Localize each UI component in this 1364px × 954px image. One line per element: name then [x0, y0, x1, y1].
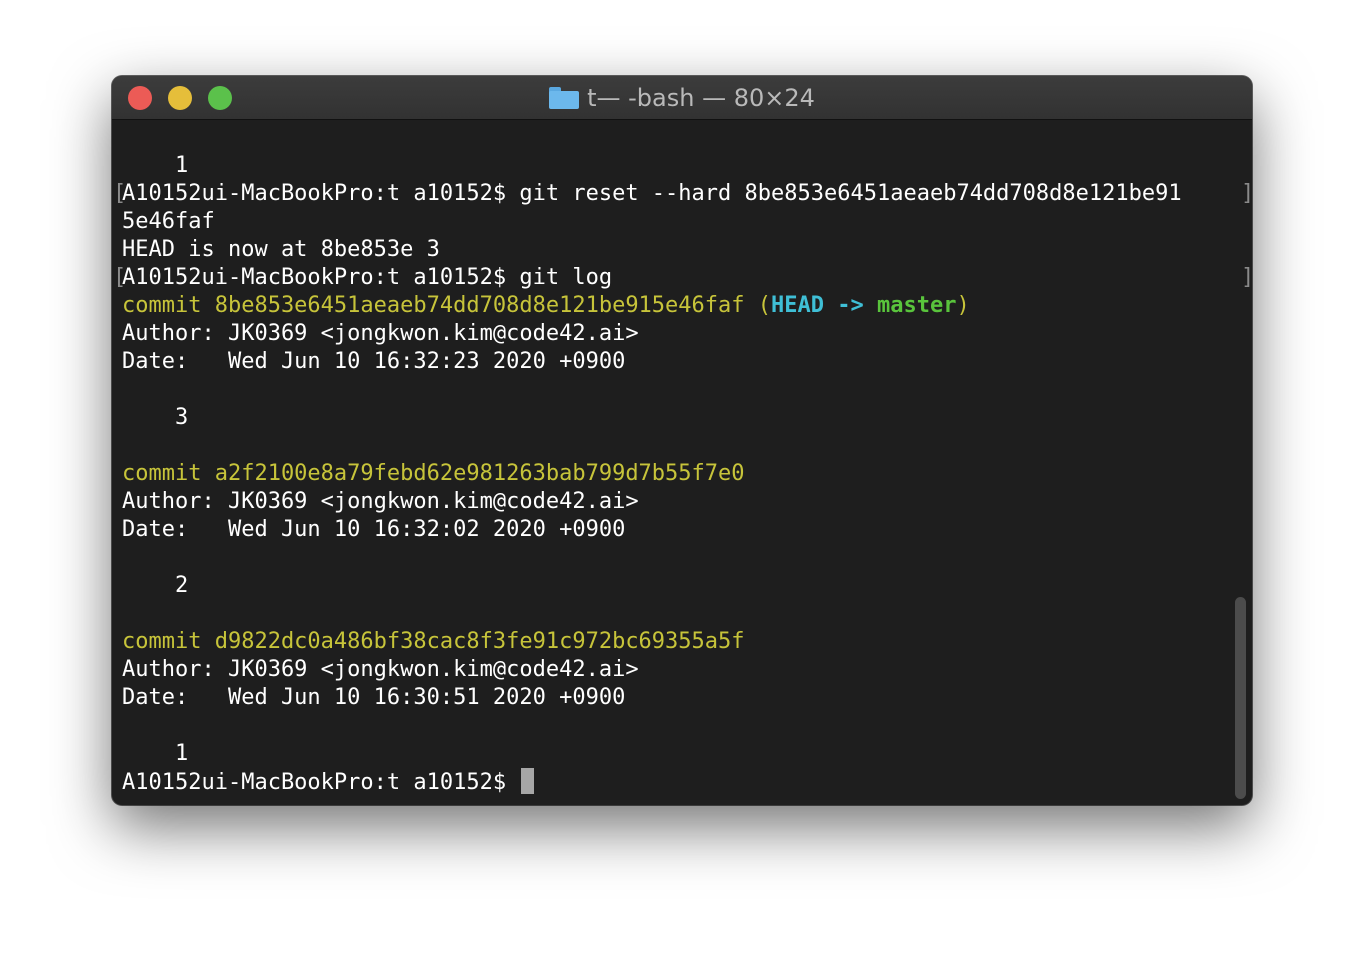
title-bar[interactable]: t — -bash — 80×24 [112, 76, 1252, 120]
title-directory: t [587, 83, 597, 112]
terminal-line: HEAD is now at 8be853e 3 [122, 237, 440, 262]
mark-bracket-right: ] [1241, 180, 1252, 208]
terminal-line: 3 [122, 405, 189, 430]
terminal-line: Author: JK0369 <jongkwon.kim@code42.ai> [122, 321, 639, 346]
terminal-line: 1 [122, 741, 189, 766]
terminal-line: Author: JK0369 <jongkwon.kim@code42.ai> [122, 489, 639, 514]
text-cursor [521, 768, 535, 794]
commit-ref-close: ) [956, 293, 970, 318]
mark-bracket-left: [ [113, 181, 127, 206]
terminal-output[interactable]: 1 A10152ui-MacBookPro:t a10152$ git rese… [122, 152, 1242, 795]
mark-bracket-right: ] [1241, 264, 1252, 292]
shell-prompt: A10152ui-MacBookPro:t a10152$ [122, 770, 520, 795]
terminal-line: 1 [122, 153, 189, 178]
commit-line: commit a2f2100e8a79febd62e981263bab799d7… [122, 461, 745, 486]
terminal-line: Date: Wed Jun 10 16:32:02 2020 +0900 [122, 517, 626, 542]
commit-hash: commit 8be853e6451aeaeb74dd708d8e121be91… [122, 293, 772, 318]
title-description: — -bash — 80×24 [596, 83, 815, 112]
terminal-line: Date: Wed Jun 10 16:32:23 2020 +0900 [122, 349, 626, 374]
terminal-line: 5e46faf [122, 209, 215, 234]
head-ref: HEAD -> [771, 293, 877, 318]
folder-icon [549, 86, 580, 109]
terminal-line: 2 [122, 573, 189, 598]
terminal-line: A10152ui-MacBookPro:t a10152$ git reset … [122, 181, 1182, 206]
terminal-window: t — -bash — 80×24 1 A10152ui-MacBookPro:… [112, 76, 1252, 805]
window-title: t — -bash — 80×24 [112, 76, 1252, 119]
vertical-scrollbar[interactable] [1235, 597, 1246, 799]
commit-line: commit d9822dc0a486bf38cac8f3fe91c972bc6… [122, 629, 745, 654]
terminal-line: Date: Wed Jun 10 16:30:51 2020 +0900 [122, 685, 626, 710]
prompt-line[interactable]: A10152ui-MacBookPro:t a10152$ [122, 768, 535, 796]
branch-ref: master [876, 293, 957, 318]
terminal-line: Author: JK0369 <jongkwon.kim@code42.ai> [122, 657, 639, 682]
mark-bracket-left: [ [113, 265, 127, 290]
terminal-line: A10152ui-MacBookPro:t a10152$ git log [122, 265, 613, 290]
head-commit-line: commit 8be853e6451aeaeb74dd708d8e121be91… [122, 292, 970, 320]
